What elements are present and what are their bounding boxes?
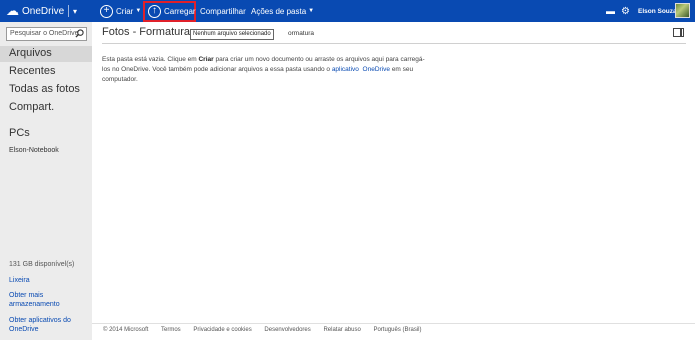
gear-icon[interactable]: ⚙ — [621, 0, 630, 22]
get-more-storage-link-line2[interactable]: armazenamento — [9, 301, 60, 308]
divider — [102, 43, 686, 44]
storage-info: 131 GB disponível(s) — [9, 261, 75, 268]
empty-text-4: em seu — [390, 66, 414, 73]
empty-text-2: para criar um novo documento ou arraste … — [213, 56, 425, 63]
carregar-button[interactable]: ↑ Carregar — [148, 0, 196, 22]
footer-link-relatar-abuso[interactable]: Relatar abuso — [323, 327, 360, 333]
footer-link-termos[interactable]: Termos — [161, 327, 181, 333]
sidebar-item-pc[interactable]: Elson-Notebook — [9, 147, 59, 154]
get-more-storage-link[interactable]: Obter mais — [9, 292, 43, 299]
empty-text-3: los no OneDrive. Você também pode adicio… — [102, 66, 332, 73]
chat-icon[interactable]: ▬ — [606, 0, 615, 22]
onedrive-link[interactable]: OneDrive — [363, 66, 390, 73]
sidebar-item-todas-as-fotos[interactable]: Todas as fotos — [9, 83, 80, 95]
acoes-label: Ações de pasta — [251, 6, 307, 16]
footer-link-desenvolvedores[interactable]: Desenvolvedores — [264, 327, 310, 333]
get-apps-link-line2[interactable]: OneDrive — [9, 326, 39, 333]
details-pane-icon[interactable] — [673, 28, 684, 37]
empty-text-5: computador. — [102, 76, 138, 83]
search-input[interactable]: Pesquisar o OneDrive — [6, 27, 87, 41]
empty-folder-message: Esta pasta está vazia. Clique em Criar p… — [102, 55, 462, 85]
compartilhar-button[interactable]: Compartilhar — [200, 0, 246, 22]
criar-label: Criar — [116, 6, 134, 16]
carregar-label: Carregar — [164, 6, 196, 16]
sidebar-item-compart[interactable]: Compart. — [9, 101, 54, 113]
footer-divider — [92, 323, 695, 324]
onedrive-cloud-icon: ☁ — [6, 3, 19, 18]
user-name[interactable]: Elson Souza — [638, 0, 677, 22]
chevron-down-icon: ▼ — [135, 8, 142, 14]
footer-link-privacidade[interactable]: Privacidade e cookies — [193, 327, 251, 333]
search-icon[interactable] — [75, 29, 84, 38]
get-apps-link[interactable]: Obter aplicativos do — [9, 317, 71, 324]
sidebar-item-arquivos[interactable]: Arquivos — [9, 47, 52, 59]
upload-circle-icon: ↑ — [148, 4, 161, 18]
chevron-down-icon[interactable]: ▾ — [73, 0, 77, 22]
chevron-down-icon: ▼ — [308, 8, 315, 14]
sidebar-item-recentes[interactable]: Recentes — [9, 65, 55, 77]
acoes-de-pasta-button[interactable]: Ações de pasta ▼ — [251, 0, 314, 22]
plus-circle-icon: + — [100, 4, 113, 18]
onedrive-logo[interactable]: ☁ OneDrive — [6, 0, 64, 22]
top-bar: ☁ OneDrive ▾ + Criar ▼ ↑ Carregar Compar… — [0, 0, 695, 22]
page-title: Fotos - Formatura — [102, 26, 191, 38]
trash-link[interactable]: Lixeira — [9, 277, 30, 284]
footer-link-idioma[interactable]: Português (Brasil) — [373, 327, 421, 333]
copyright: © 2014 Microsoft — [103, 327, 149, 333]
compartilhar-label: Compartilhar — [200, 6, 246, 16]
app-link[interactable]: aplicativo — [332, 66, 359, 73]
page-title-overflow: ormatura — [288, 30, 315, 37]
footer: © 2014 Microsoft Termos Privacidade e co… — [103, 327, 433, 333]
brand-name: OneDrive — [22, 5, 65, 17]
pcs-heading[interactable]: PCs — [9, 127, 30, 139]
criar-button[interactable]: + Criar ▼ — [100, 0, 141, 22]
empty-text-bold: Criar — [198, 56, 214, 63]
tooltip: Nenhum arquivo selecionado — [190, 29, 274, 40]
search-placeholder: Pesquisar o OneDrive — [10, 30, 79, 37]
brand-divider — [68, 5, 69, 17]
empty-text-1: Esta pasta está vazia. Clique em — [102, 56, 199, 63]
avatar[interactable] — [675, 3, 690, 18]
sidebar: Pesquisar o OneDrive Arquivos Recentes T… — [0, 22, 92, 340]
